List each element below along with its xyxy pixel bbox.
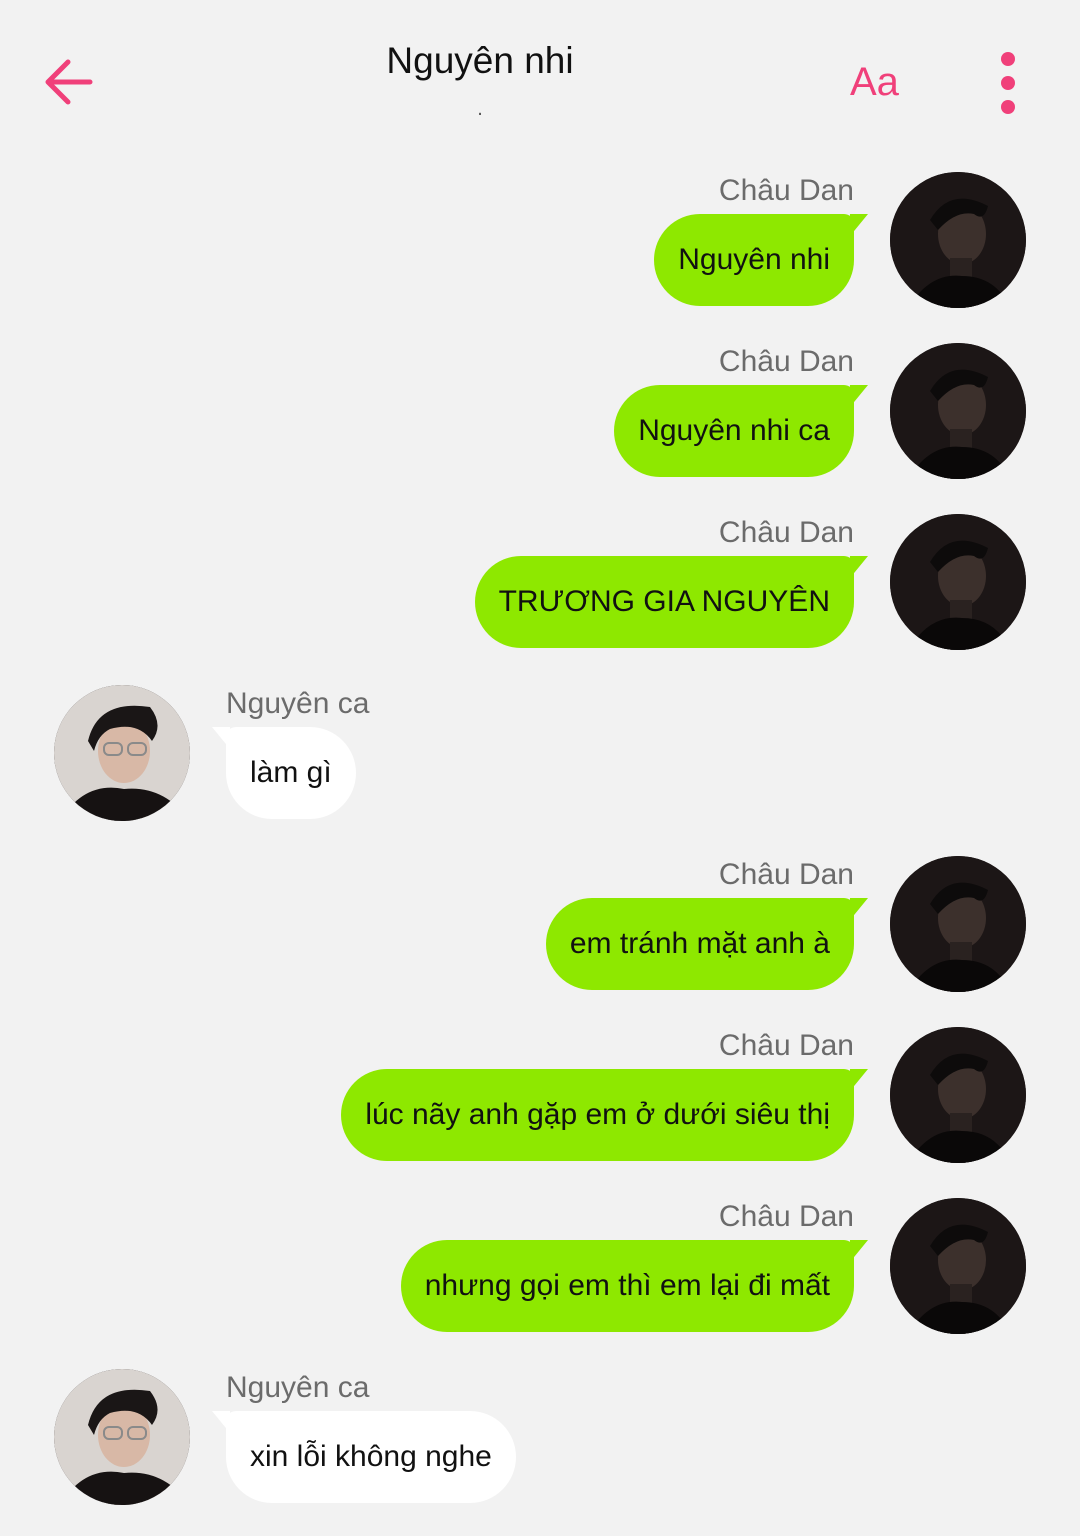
- more-options-button[interactable]: [990, 50, 1026, 116]
- avatar[interactable]: [890, 172, 1026, 308]
- avatar[interactable]: [890, 856, 1026, 992]
- sender-name: Châu Dan: [718, 858, 854, 891]
- avatar-outgoing-image: [890, 1198, 1026, 1334]
- more-vertical-icon-dot: [1001, 76, 1015, 90]
- sender-name: Châu Dan: [718, 1200, 854, 1233]
- avatar-outgoing-image: [890, 1027, 1026, 1163]
- message-bubble[interactable]: làm gì: [212, 727, 356, 819]
- sender-name: Châu Dan: [718, 1029, 854, 1062]
- chat-subtitle: .: [477, 98, 483, 120]
- avatar[interactable]: [890, 1198, 1026, 1334]
- message-bubble[interactable]: Nguyên nhi ca: [614, 385, 868, 477]
- font-size-button[interactable]: Aa: [850, 60, 899, 105]
- avatar[interactable]: [890, 514, 1026, 650]
- avatar-outgoing-image: [890, 343, 1026, 479]
- message-bubble[interactable]: em tránh mặt anh à: [545, 898, 869, 990]
- chat-title: Nguyên nhi: [386, 40, 574, 81]
- avatar-incoming-image: [54, 685, 190, 821]
- sender-name: Châu Dan: [718, 516, 854, 549]
- chat-header: Nguyên nhi . Aa: [0, 0, 1080, 140]
- message-bubble[interactable]: TRƯƠNG GIA NGUYÊN: [474, 556, 869, 648]
- avatar-outgoing-image: [890, 514, 1026, 650]
- message-bubble[interactable]: lúc nãy anh gặp em ở dưới siêu thị: [341, 1069, 868, 1161]
- sender-name: Nguyên ca: [226, 1371, 370, 1404]
- avatar[interactable]: [890, 343, 1026, 479]
- avatar[interactable]: [54, 685, 190, 821]
- avatar[interactable]: [54, 1369, 190, 1505]
- more-vertical-icon-dot: [1001, 52, 1015, 66]
- message-bubble[interactable]: Nguyên nhi: [654, 214, 868, 306]
- sender-name: Nguyên ca: [226, 687, 370, 720]
- avatar-incoming-image: [54, 1369, 190, 1505]
- avatar-outgoing-image: [890, 856, 1026, 992]
- message-bubble[interactable]: xin lỗi không nghe: [212, 1411, 516, 1503]
- message-bubble[interactable]: nhưng gọi em thì em lại đi mất: [400, 1240, 869, 1332]
- sender-name: Châu Dan: [718, 174, 854, 207]
- more-vertical-icon-dot: [1001, 100, 1015, 114]
- avatar-outgoing-image: [890, 172, 1026, 308]
- avatar[interactable]: [890, 1027, 1026, 1163]
- sender-name: Châu Dan: [718, 345, 854, 378]
